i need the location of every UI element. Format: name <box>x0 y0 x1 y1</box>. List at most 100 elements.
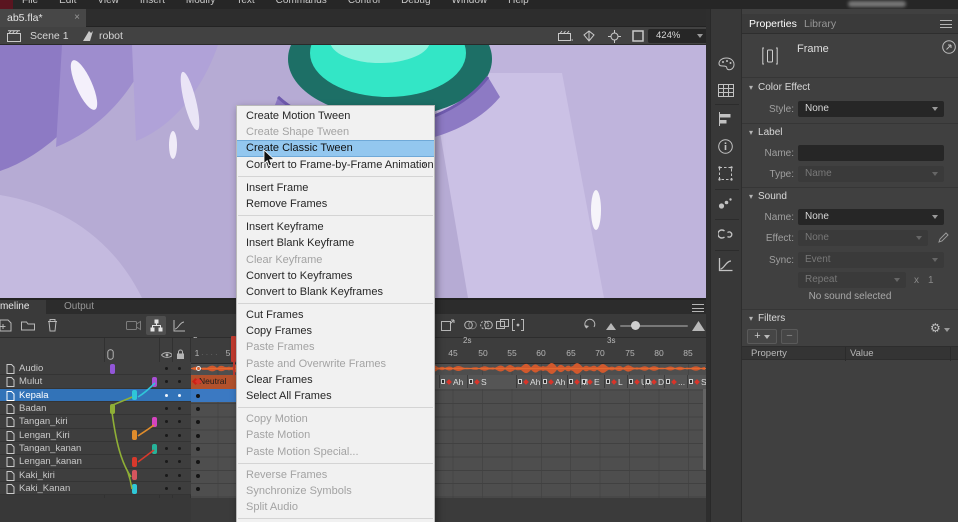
menu-item-insert-keyframe[interactable]: Insert Keyframe <box>237 219 434 235</box>
label-name-input[interactable] <box>798 145 944 161</box>
insert-frame-icon[interactable] <box>441 319 455 332</box>
align-panel-icon[interactable] <box>718 112 733 126</box>
edit-scene-icon[interactable] <box>558 30 573 42</box>
lock-dot[interactable] <box>178 394 181 397</box>
menubar-item-window[interactable]: Window <box>452 0 488 6</box>
lock-dot[interactable] <box>178 420 181 423</box>
visibility-dot[interactable] <box>165 367 168 370</box>
parent-link-band[interactable] <box>152 444 157 454</box>
menu-item-insert-frame[interactable]: Insert Frame <box>237 180 434 196</box>
lock-dot[interactable] <box>178 447 181 450</box>
app-logo-icon[interactable] <box>0 0 13 9</box>
layer-row-kepala[interactable]: Kepala <box>0 389 191 402</box>
visibility-dot[interactable] <box>165 434 168 437</box>
tab-properties[interactable]: Properties <box>749 18 797 30</box>
menu-item-remove-frames[interactable]: Remove Frames <box>237 196 434 212</box>
section-color-effect[interactable]: Color Effect <box>749 82 810 93</box>
menubar-item-help[interactable]: Help <box>508 0 529 6</box>
menubar-item-commands[interactable]: Commands <box>276 0 327 6</box>
menu-item-select-all-frames[interactable]: Select All Frames <box>237 388 434 404</box>
menu-item-create-motion-tween[interactable]: Create Motion Tween <box>237 108 434 124</box>
parent-link-band[interactable] <box>152 377 157 387</box>
clip-content-icon[interactable] <box>632 30 644 42</box>
menubar-item-file[interactable]: File <box>22 0 38 6</box>
sound-name-select[interactable]: None <box>798 209 944 225</box>
menubar-item-insert[interactable]: Insert <box>140 0 165 6</box>
new-folder-icon[interactable] <box>21 320 35 331</box>
visibility-dot[interactable] <box>165 487 168 490</box>
motion-editor-icon[interactable] <box>718 258 733 272</box>
parent-link-band[interactable] <box>152 417 157 427</box>
parent-link-band[interactable] <box>132 484 137 494</box>
onion-skin-outlines-icon[interactable] <box>480 319 493 331</box>
zoom-in-timeline-icon[interactable] <box>692 320 705 331</box>
parent-link-band[interactable] <box>132 470 137 480</box>
edit-multiple-frames-icon[interactable] <box>496 319 509 331</box>
menu-item-convert-to-blank-keyframes[interactable]: Convert to Blank Keyframes <box>237 284 434 300</box>
zoom-out-timeline-icon[interactable] <box>606 322 616 330</box>
lock-dot[interactable] <box>178 460 181 463</box>
center-frame-icon[interactable] <box>608 30 621 43</box>
keyframe-marker-kaki-kiri[interactable] <box>196 474 200 478</box>
parent-link-band[interactable] <box>132 430 137 440</box>
keyframe-marker-kepala[interactable] <box>196 394 200 398</box>
layer-row-tangan-kiri[interactable]: Tangan_kiri <box>0 415 191 428</box>
lock-dot[interactable] <box>178 407 181 410</box>
visibility-dot[interactable] <box>165 447 168 450</box>
scene-clapper-icon[interactable] <box>7 30 22 42</box>
layer-row-lengan-kanan[interactable]: Lengan_kanan <box>0 455 191 468</box>
info-panel-icon[interactable] <box>718 139 733 154</box>
menu-item-copy-frames[interactable]: Copy Frames <box>237 323 434 339</box>
filter-options-gear-icon[interactable]: ⚙ <box>930 321 950 335</box>
keyframe-marker-audio[interactable] <box>196 366 201 371</box>
visibility-dot[interactable] <box>165 420 168 423</box>
timeline-zoom-knob[interactable] <box>631 321 640 330</box>
layer-row-tangan-kanan[interactable]: Tangan_kanan <box>0 442 191 455</box>
menu-item-clear-frames[interactable]: Clear Frames <box>237 372 434 388</box>
parent-link-band[interactable] <box>110 404 115 414</box>
layer-row-mulut[interactable]: Mulut <box>0 375 191 388</box>
tab-library[interactable]: Library <box>804 18 836 30</box>
add-filter-button[interactable]: + <box>747 329 777 344</box>
edit-pencil-icon[interactable] <box>938 232 949 243</box>
motion-graph-icon[interactable] <box>173 319 186 332</box>
visibility-dot[interactable] <box>165 394 168 397</box>
color-panel-icon[interactable] <box>718 57 735 72</box>
layer-row-badan[interactable]: Badan <box>0 402 191 415</box>
timeline-menu-icon[interactable] <box>692 304 704 312</box>
cc-libraries-icon[interactable] <box>718 227 734 241</box>
layer-row-kaki-kanan[interactable]: Kaki_Kanan <box>0 482 191 495</box>
transform-panel-icon[interactable] <box>718 166 733 181</box>
swatches-panel-icon[interactable] <box>718 84 734 97</box>
help-circle-icon[interactable] <box>942 40 956 54</box>
document-tab[interactable]: ab5.fla* × <box>0 9 86 27</box>
tab-output[interactable]: Output <box>64 300 94 314</box>
menu-item-insert-blank-keyframe[interactable]: Insert Blank Keyframe <box>237 235 434 251</box>
new-layer-icon[interactable] <box>0 319 12 332</box>
lock-dot[interactable] <box>178 474 181 477</box>
section-label[interactable]: Label <box>749 127 782 138</box>
menu-item-cut-frames[interactable]: Cut Frames <box>237 307 434 323</box>
properties-menu-icon[interactable] <box>940 20 952 28</box>
zoom-level-select[interactable]: 424% <box>648 29 708 43</box>
delete-layer-icon[interactable] <box>47 318 58 332</box>
camera-icon[interactable] <box>126 320 141 331</box>
visibility-dot[interactable] <box>165 380 168 383</box>
parent-link-band[interactable] <box>132 457 137 467</box>
style-select[interactable]: None <box>798 101 944 117</box>
parent-link-band[interactable] <box>110 364 115 374</box>
close-tab-icon[interactable]: × <box>74 9 80 27</box>
menubar-item-debug[interactable]: Debug <box>401 0 430 6</box>
menubar-item-control[interactable]: Control <box>348 0 380 6</box>
visibility-dot[interactable] <box>165 407 168 410</box>
layer-row-lengan-kiri[interactable]: Lengan_Kiri <box>0 429 191 442</box>
section-filters[interactable]: Filters <box>749 313 785 324</box>
visibility-dot[interactable] <box>165 474 168 477</box>
brush-library-icon[interactable] <box>718 197 733 210</box>
menubar-item-modify[interactable]: Modify <box>186 0 215 6</box>
section-sound[interactable]: Sound <box>749 191 787 202</box>
lock-dot[interactable] <box>178 434 181 437</box>
layer-row-audio[interactable]: Audio <box>0 362 191 375</box>
menubar-item-text[interactable]: Text <box>236 0 254 6</box>
menu-item-convert-to-keyframes[interactable]: Convert to Keyframes <box>237 268 434 284</box>
